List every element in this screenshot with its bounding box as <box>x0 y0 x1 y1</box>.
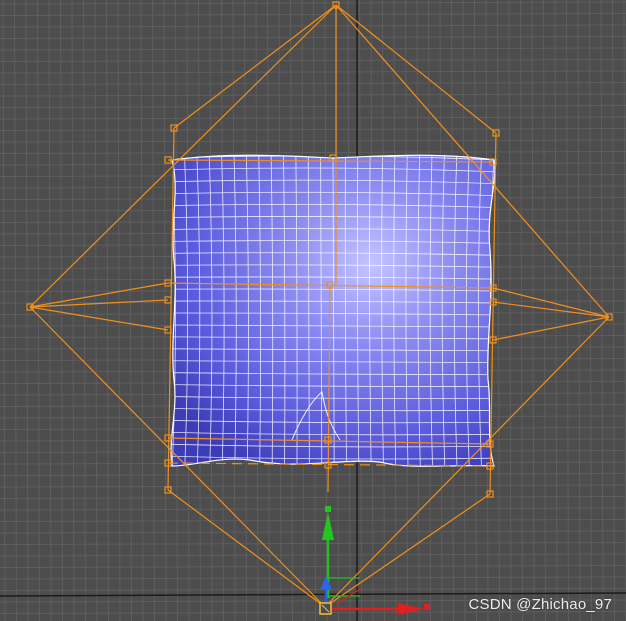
gizmo-x-arrow-icon[interactable] <box>398 603 424 615</box>
watermark: CSDN @Zhichao_97 <box>468 596 612 613</box>
cushion-mesh[interactable] <box>165 150 500 475</box>
viewport-canvas[interactable] <box>0 0 626 621</box>
gizmo-y-label-icon <box>325 506 331 512</box>
gizmo-y-arrow-icon[interactable] <box>322 512 334 540</box>
gizmo-x-label-icon <box>424 604 430 610</box>
3d-viewport[interactable]: CSDN @Zhichao_97 <box>0 0 626 621</box>
